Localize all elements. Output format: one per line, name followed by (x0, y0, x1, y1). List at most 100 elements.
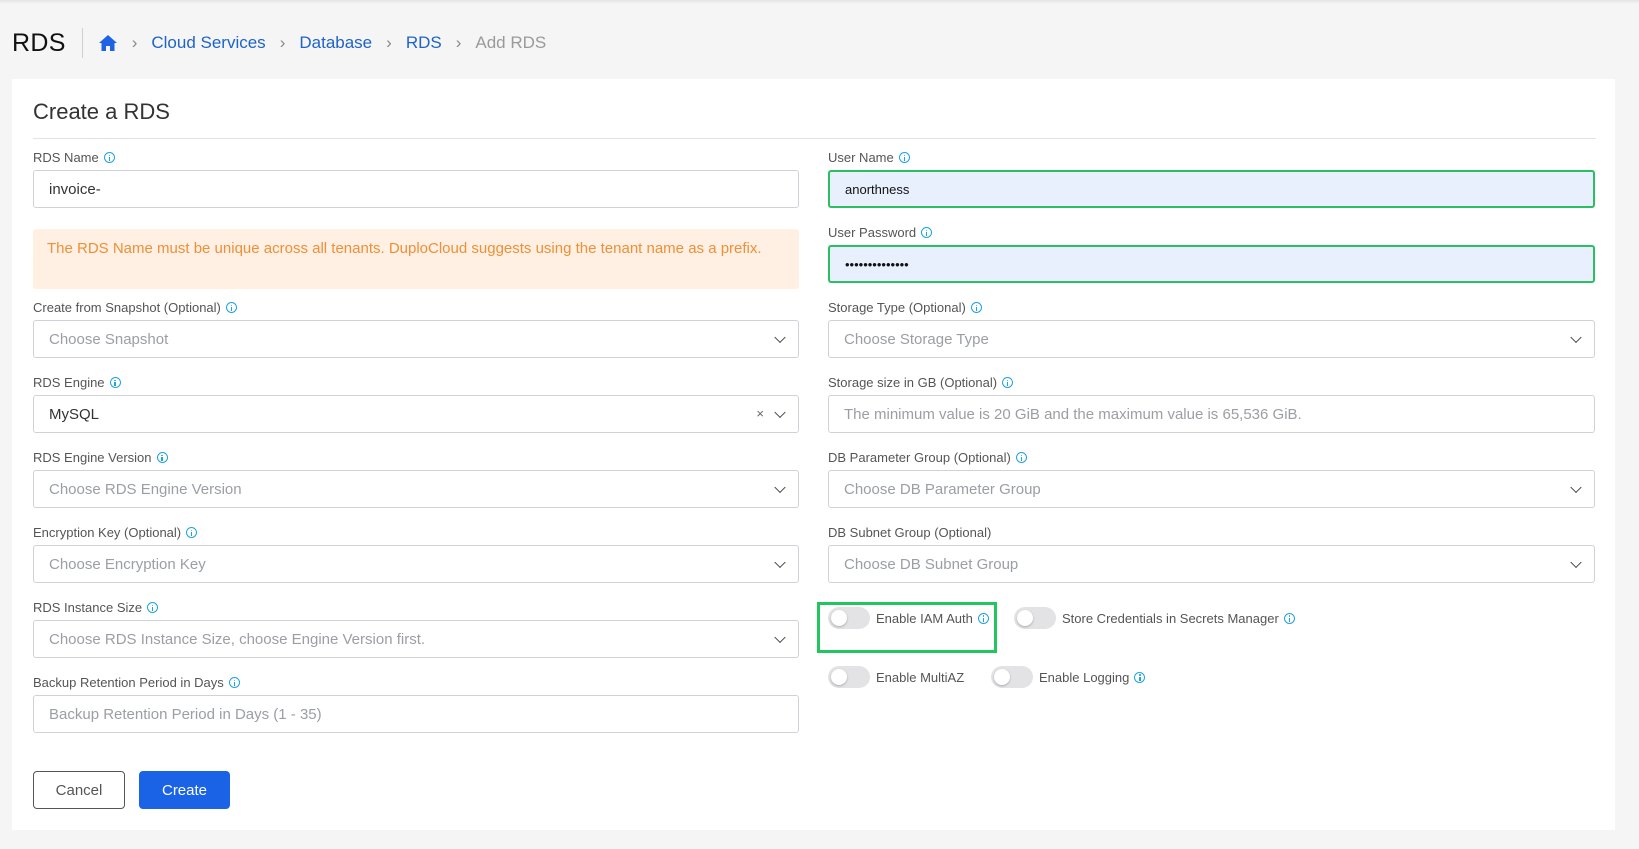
chevron-down-icon (774, 331, 786, 344)
engine-label-text: RDS Engine (33, 375, 105, 390)
store-credentials-toggle[interactable] (1014, 607, 1056, 629)
chevron-down-icon (774, 556, 786, 569)
multi-az-toggle[interactable] (828, 666, 870, 688)
info-icon[interactable] (1134, 671, 1146, 683)
backup-retention-label: Backup Retention Period in Days (33, 675, 240, 690)
info-icon[interactable] (970, 302, 982, 313)
info-icon[interactable] (1015, 452, 1027, 463)
snapshot-label: Create from Snapshot (Optional) (33, 300, 237, 315)
chevron-down-icon (1570, 556, 1582, 569)
page-title: RDS (12, 28, 66, 57)
breadcrumb-database[interactable]: Database (299, 33, 372, 53)
user-password-input[interactable]: •••••••••••••• (828, 245, 1595, 283)
storage-size-input[interactable]: The minimum value is 20 GiB and the maxi… (828, 395, 1595, 433)
encryption-key-label-text: Encryption Key (Optional) (33, 525, 182, 540)
create-rds-card: Create a RDS RDS Name invoice- The RDS N… (12, 79, 1615, 830)
instance-size-select[interactable]: Choose RDS Instance Size, choose Engine … (33, 620, 799, 658)
storage-type-placeholder: Choose Storage Type (844, 330, 989, 348)
user-password-label: User Password (828, 225, 933, 240)
encryption-key-select[interactable]: Choose Encryption Key (33, 545, 799, 583)
engine-label: RDS Engine (33, 375, 121, 390)
breadcrumb-cloud-services[interactable]: Cloud Services (151, 33, 265, 53)
backup-retention-input[interactable]: Backup Retention Period in Days (1 - 35) (33, 695, 799, 733)
info-icon[interactable] (228, 677, 240, 688)
user-name-input[interactable]: anorthness (828, 170, 1595, 208)
cancel-button[interactable]: Cancel (33, 771, 125, 809)
rds-name-value: invoice- (49, 180, 101, 198)
storage-type-label: Storage Type (Optional) (828, 300, 982, 315)
info-icon[interactable] (225, 302, 237, 313)
db-param-group-select[interactable]: Choose DB Parameter Group (828, 470, 1595, 508)
page-header: RDS › Cloud Services › Database › RDS › … (12, 26, 546, 60)
breadcrumb-rds[interactable]: RDS (406, 33, 442, 53)
chevron-down-icon (774, 631, 786, 644)
chevron-down-icon (1570, 331, 1582, 344)
chevron-down-icon (774, 406, 786, 419)
chevron-down-icon (1570, 481, 1582, 494)
db-subnet-group-label: DB Subnet Group (Optional) (828, 525, 991, 540)
db-subnet-group-select[interactable]: Choose DB Subnet Group (828, 545, 1595, 583)
instance-size-label: RDS Instance Size (33, 600, 159, 615)
title-divider (33, 138, 1596, 139)
home-icon[interactable] (98, 34, 118, 52)
multi-az-label: Enable MultiAZ (876, 669, 965, 685)
rds-name-warning: The RDS Name must be unique across all t… (33, 229, 799, 289)
chevron-right-icon: › (131, 33, 138, 52)
snapshot-placeholder: Choose Snapshot (49, 330, 169, 348)
rds-name-label-text: RDS Name (33, 150, 99, 165)
iam-auth-highlight-box (817, 602, 997, 653)
snapshot-label-text: Create from Snapshot (Optional) (33, 300, 221, 315)
storage-size-placeholder: The minimum value is 20 GiB and the maxi… (844, 405, 1302, 423)
chevron-right-icon: › (386, 33, 392, 52)
user-name-label-text: User Name (828, 150, 894, 165)
multi-az-toggle-row: Enable MultiAZ (828, 666, 964, 688)
top-shadow (0, 0, 1639, 4)
engine-version-label-text: RDS Engine Version (33, 450, 152, 465)
user-password-label-text: User Password (828, 225, 917, 240)
engine-value: MySQL (49, 405, 100, 423)
info-icon[interactable] (103, 152, 115, 163)
storage-size-label-text: Storage size in GB (Optional) (828, 375, 998, 390)
info-icon[interactable] (1283, 612, 1295, 624)
info-icon[interactable] (898, 152, 910, 163)
db-param-group-placeholder: Choose DB Parameter Group (844, 480, 1041, 498)
info-icon[interactable] (156, 452, 168, 463)
db-subnet-group-label-text: DB Subnet Group (Optional) (828, 525, 992, 540)
db-param-group-label-text: DB Parameter Group (Optional) (828, 450, 1011, 465)
chevron-down-icon (774, 481, 786, 494)
store-credentials-toggle-row: Store Credentials in Secrets Manager (1014, 607, 1295, 629)
engine-version-label: RDS Engine Version (33, 450, 168, 465)
clear-icon[interactable]: × (756, 406, 764, 421)
backup-retention-placeholder: Backup Retention Period in Days (1 - 35) (49, 705, 322, 723)
storage-size-label: Storage size in GB (Optional) (828, 375, 1014, 390)
info-icon[interactable] (1002, 377, 1014, 388)
header-divider (81, 28, 83, 58)
create-button[interactable]: Create (139, 771, 230, 809)
storage-type-select[interactable]: Choose Storage Type (828, 320, 1595, 358)
user-password-value: •••••••••••••• (845, 256, 909, 272)
info-icon[interactable] (186, 527, 198, 538)
breadcrumb: › Cloud Services › Database › RDS › Add … (98, 33, 547, 53)
instance-size-placeholder: Choose RDS Instance Size, choose Engine … (49, 630, 426, 648)
rds-name-input[interactable]: invoice- (33, 170, 799, 208)
info-icon[interactable] (921, 227, 933, 238)
chevron-right-icon: › (279, 33, 286, 52)
info-icon[interactable] (109, 377, 121, 388)
engine-version-placeholder: Choose RDS Engine Version (49, 480, 242, 498)
logging-toggle-row: Enable Logging (991, 666, 1146, 688)
encryption-key-placeholder: Choose Encryption Key (49, 555, 206, 573)
user-name-label: User Name (828, 150, 910, 165)
breadcrumb-current: Add RDS (475, 33, 547, 52)
info-icon[interactable] (147, 602, 159, 613)
engine-select[interactable]: MySQL × (33, 395, 799, 433)
backup-retention-label-text: Backup Retention Period in Days (33, 675, 224, 690)
store-credentials-label: Store Credentials in Secrets Manager (1062, 610, 1279, 626)
snapshot-select[interactable]: Choose Snapshot (33, 320, 799, 358)
engine-version-select[interactable]: Choose RDS Engine Version (33, 470, 799, 508)
db-subnet-group-placeholder: Choose DB Subnet Group (844, 555, 1019, 573)
user-name-value: anorthness (845, 181, 910, 197)
logging-toggle[interactable] (991, 666, 1033, 688)
form-title: Create a RDS (33, 99, 170, 124)
chevron-right-icon: › (455, 33, 462, 52)
db-param-group-label: DB Parameter Group (Optional) (828, 450, 1027, 465)
